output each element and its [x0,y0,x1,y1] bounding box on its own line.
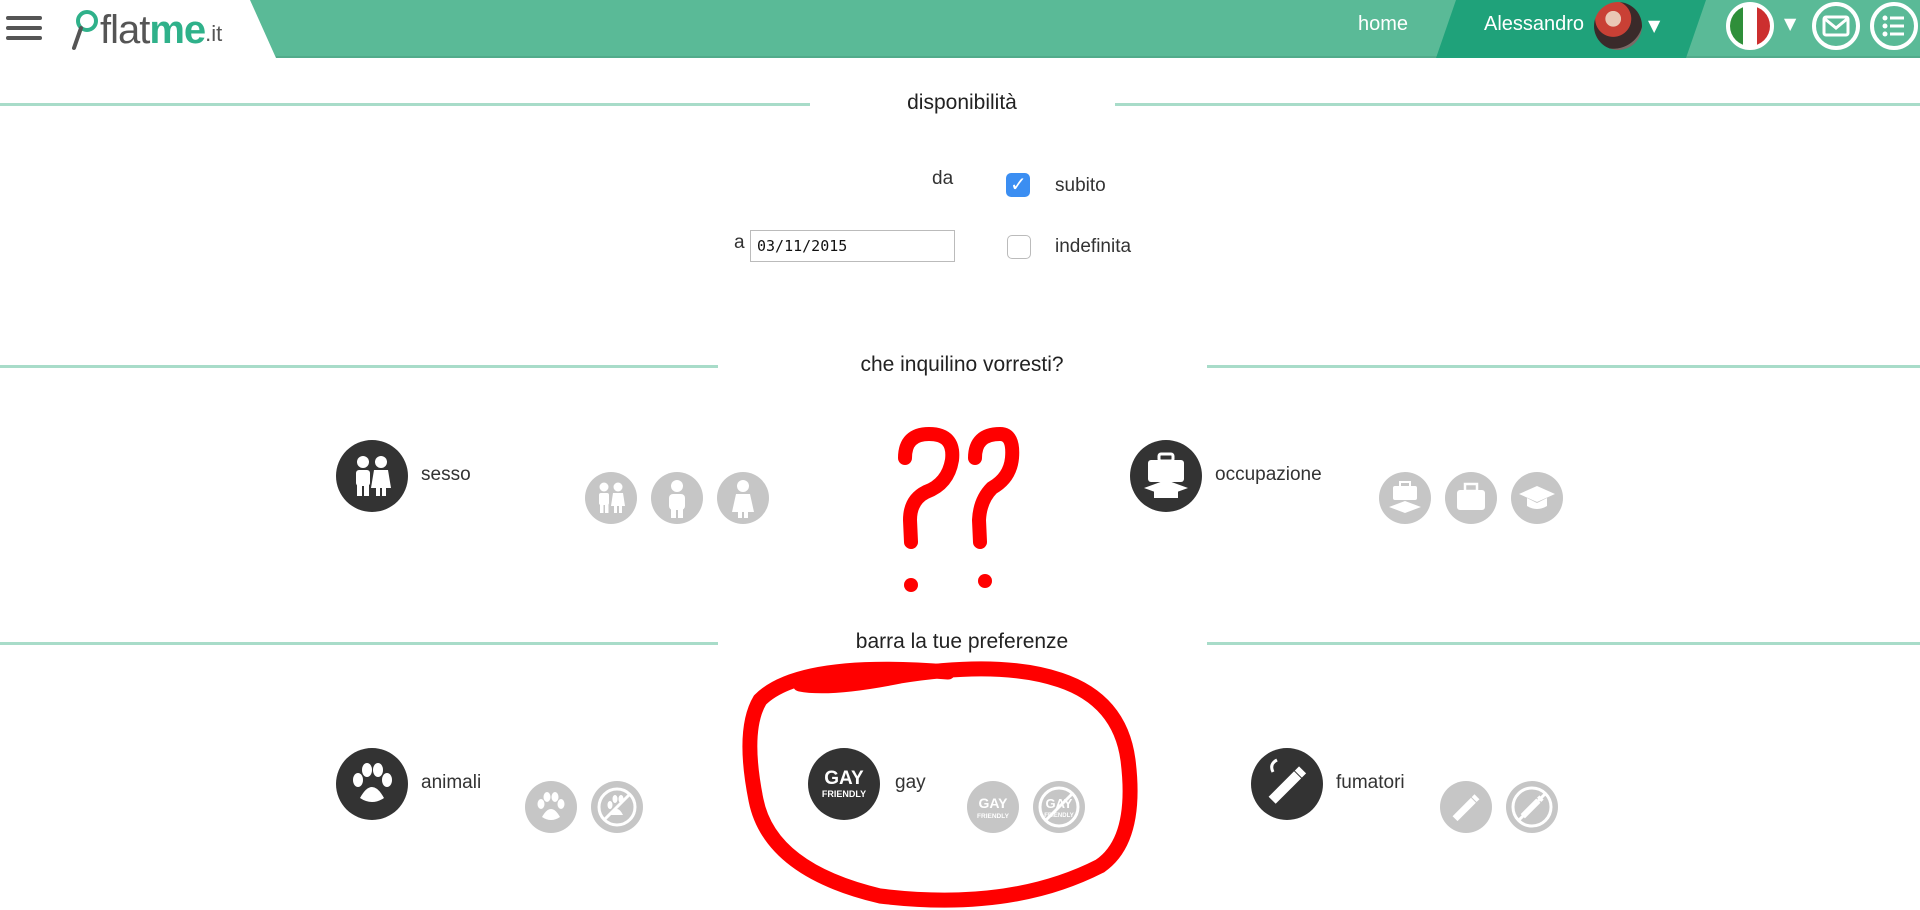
to-label: a [734,232,745,253]
immediately-label: subito [1055,175,1106,196]
from-label: da [932,168,954,189]
red-annotation-overlay [742,427,1138,908]
nav-user-name[interactable]: Alessandro [1484,13,1584,36]
indefinite-checkbox[interactable] [1007,235,1031,259]
indefinite-label: indefinita [1055,236,1132,257]
avatar[interactable] [1594,2,1642,50]
gay-badge-top: GAY [824,768,864,789]
no-smoking-icon[interactable] [1506,781,1558,833]
logo-text-flat: flat [100,8,150,52]
female-icon[interactable] [717,472,769,524]
sex-icon [336,440,408,512]
worker-student-icon[interactable] [1379,472,1431,524]
paw-option-icon[interactable] [525,781,577,833]
animals-label: animali [421,772,482,793]
menu-icon[interactable] [6,14,42,42]
smoking-icon [1251,748,1323,820]
top-navigation-bar: flat me .it home Alessandro ▼ ▼ [0,0,1920,58]
smokers-label: fumatori [1336,772,1405,793]
gay-option-bottom: FRIENDLY [977,813,1010,820]
gay-option-top: GAY [978,795,1008,811]
tenant-title: che inquilino vorresti? [860,353,1064,376]
no-paw-icon[interactable] [591,781,643,833]
map-pin-icon [72,10,98,50]
gay-label: gay [895,772,926,793]
flatme-logo[interactable]: flat me .it [70,4,222,52]
male-icon[interactable] [651,472,703,524]
preferences-title: barra la tue preferenze [855,630,1069,653]
gay-badge-bottom: FRIENDLY [822,789,866,799]
sex-label: sesso [421,464,471,485]
gay-friendly-option-icon[interactable]: GAY FRIENDLY [967,781,1019,833]
gay-friendly-icon: GAY FRIENDLY [808,748,880,820]
worker-icon[interactable] [1445,472,1497,524]
section-divider-left [0,103,810,106]
not-gay-friendly-icon[interactable]: GAY FRIENDLY [1033,781,1085,833]
to-date-input[interactable] [750,230,955,262]
couple-icon[interactable] [585,472,637,524]
section-divider-left [0,365,718,368]
language-chevron-down-icon[interactable]: ▼ [1784,14,1796,33]
logo-text-it: .it [205,21,223,46]
availability-title: disponibilità [907,91,1017,114]
smoking-option-icon[interactable] [1440,781,1492,833]
occupation-label: occupazione [1215,464,1322,485]
nav-home-link[interactable]: home [1358,13,1408,36]
student-icon[interactable] [1511,472,1563,524]
italy-flag-icon[interactable] [1726,2,1774,50]
section-divider-right [1207,365,1920,368]
mail-icon[interactable] [1812,2,1860,50]
paw-icon [336,748,408,820]
question-mark-dot [978,574,992,588]
question-marks-annotation [898,427,1020,549]
section-divider-left [0,642,718,645]
section-divider-right [1207,642,1920,645]
user-menu-chevron-down-icon[interactable]: ▼ [1648,16,1660,35]
list-icon[interactable] [1870,2,1918,50]
question-mark-dot [904,578,918,592]
logo-text-me: me [149,8,206,52]
occupation-icon [1130,440,1202,512]
section-divider-right [1115,103,1920,106]
immediately-checkbox[interactable] [1006,172,1030,197]
